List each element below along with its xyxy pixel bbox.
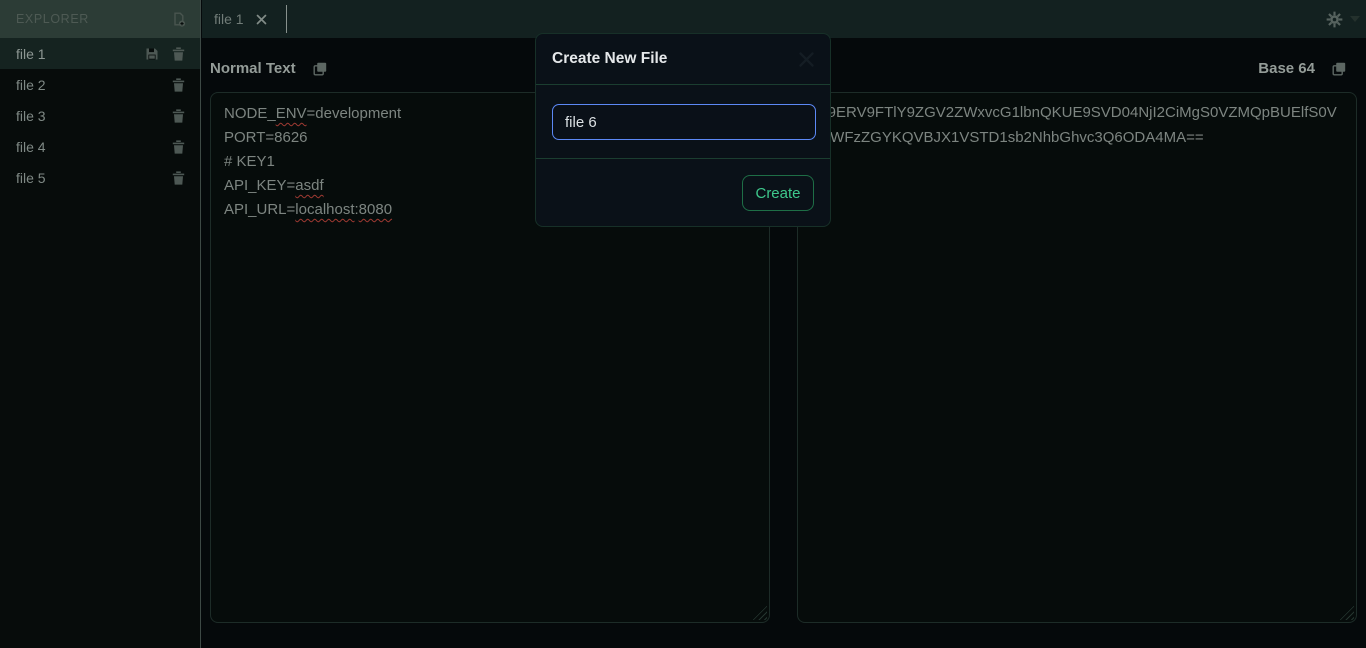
explorer-sidebar: EXPLORER file 1 (0, 0, 201, 648)
create-file-modal: Create New File Create (535, 33, 831, 227)
file-name: file 4 (16, 139, 46, 155)
chevron-down-icon[interactable] (1350, 16, 1360, 22)
sidebar-file-item[interactable]: file 4 (0, 131, 200, 162)
copy-base64-icon[interactable] (1331, 61, 1347, 77)
trash-icon[interactable] (172, 109, 185, 123)
trash-icon[interactable] (172, 171, 185, 185)
file-name: file 1 (16, 46, 46, 62)
gear-icon[interactable] (1326, 11, 1343, 28)
trash-icon[interactable] (172, 47, 185, 61)
tab-label: file 1 (214, 11, 244, 27)
tab-close-icon[interactable] (255, 13, 268, 26)
explorer-header: EXPLORER (0, 0, 200, 38)
sidebar-file-item[interactable]: file 3 (0, 100, 200, 131)
base64-textarea[interactable]: Tk9ERV9FTlY9ZGV2ZWxvcG1lbnQKUE9SVD04NjI2… (797, 92, 1357, 623)
file-name: file 2 (16, 77, 46, 93)
save-icon[interactable] (145, 47, 159, 61)
sidebar-file-item[interactable]: file 1 (0, 38, 200, 69)
sidebar-file-item[interactable]: file 5 (0, 162, 200, 193)
trash-icon[interactable] (172, 140, 185, 154)
filename-input[interactable] (552, 104, 816, 140)
normal-text-title: Normal Text (210, 60, 296, 77)
sidebar-file-item[interactable]: file 2 (0, 69, 200, 100)
create-button[interactable]: Create (742, 175, 814, 211)
modal-close-icon[interactable] (797, 50, 816, 69)
new-file-icon[interactable] (170, 11, 187, 28)
trash-icon[interactable] (172, 78, 185, 92)
tab-file-1[interactable]: file 1 (202, 0, 286, 38)
file-list: file 1 file 2 (0, 38, 200, 193)
tab-divider (286, 5, 287, 33)
modal-title: Create New File (552, 50, 667, 68)
base64-title: Base 64 (1258, 60, 1315, 77)
file-name: file 5 (16, 170, 46, 186)
copy-normal-icon[interactable] (312, 61, 328, 77)
explorer-title: EXPLORER (16, 12, 89, 26)
file-name: file 3 (16, 108, 46, 124)
